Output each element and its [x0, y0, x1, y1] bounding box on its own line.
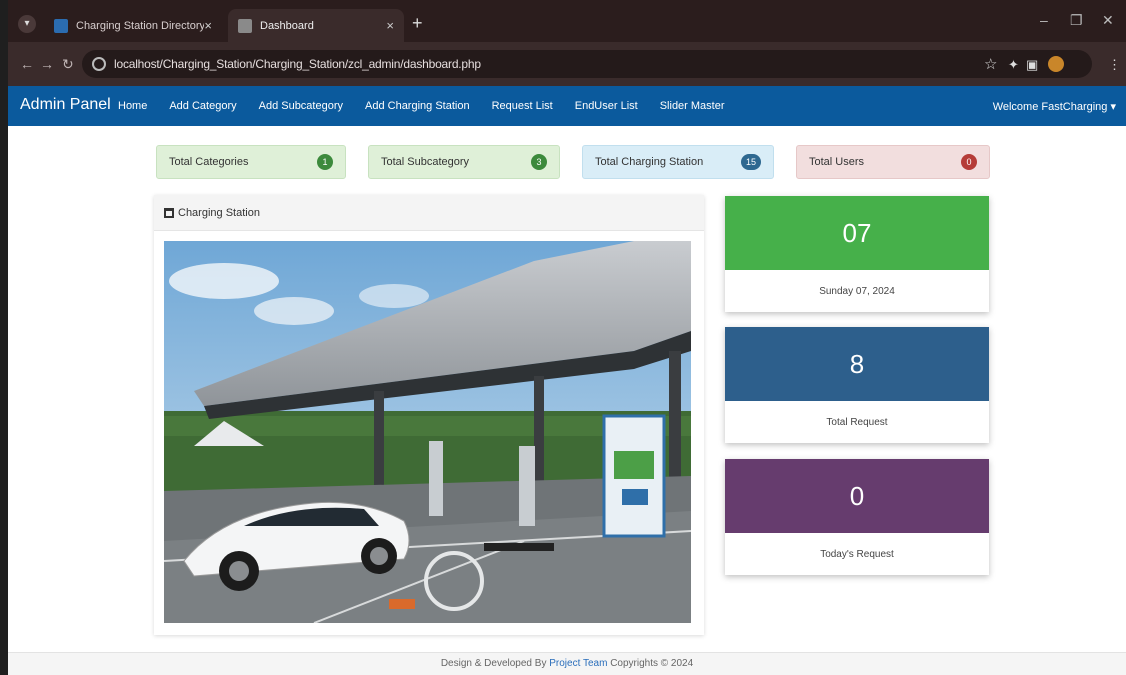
tab-close-icon[interactable]: × [386, 18, 394, 33]
url-field[interactable]: localhost/Charging_Station/Charging_Stat… [82, 50, 1092, 78]
minimize-icon[interactable]: – [1040, 12, 1048, 28]
favicon-icon [54, 18, 68, 33]
stat-total-categories[interactable]: Total Categories 1 [156, 145, 346, 179]
panel-header: Charging Station [154, 195, 704, 231]
day-number: 07 [725, 196, 989, 270]
footer: Design & Developed By Project Team Copyr… [8, 652, 1126, 675]
side-panel-icon[interactable]: ▣ [1026, 57, 1038, 73]
nav-slider-master[interactable]: Slider Master [660, 100, 725, 112]
total-request-caption: Total Request [826, 416, 888, 428]
stat-total-charging-station[interactable]: Total Charging Station 15 [582, 145, 774, 179]
tab-title: Dashboard [260, 19, 314, 32]
nav-add-category[interactable]: Add Category [169, 100, 236, 112]
tab-title: Charging Station Directory [76, 19, 205, 32]
stat-count-badge: 15 [741, 154, 761, 170]
stat-total-subcategory[interactable]: Total Subcategory 3 [368, 145, 560, 179]
footer-link[interactable]: Project Team [549, 658, 607, 669]
stat-total-users[interactable]: Total Users 0 [796, 145, 990, 179]
nav-enduser-list[interactable]: EndUser List [575, 100, 638, 112]
stat-label: Total Users [809, 156, 865, 168]
bookmark-star-icon[interactable]: ☆ [984, 55, 997, 73]
todays-request-card[interactable]: 0 Today's Request [725, 459, 989, 575]
total-request-value: 8 [725, 327, 989, 401]
todays-request-caption: Today's Request [820, 548, 894, 560]
site-info-icon[interactable] [92, 57, 106, 71]
extensions-icon[interactable]: ✦ [1008, 57, 1019, 73]
menu-kebab-icon[interactable]: ⋮ [1108, 57, 1121, 73]
panel-title: Charging Station [178, 206, 260, 219]
tab-strip: ▾ Charging Station Directory × Dashboard… [8, 0, 1126, 42]
station-illustration [164, 241, 691, 623]
calendar-icon [164, 207, 174, 218]
close-window-icon[interactable]: ✕ [1102, 12, 1114, 29]
nav-request-list[interactable]: Request List [492, 100, 553, 112]
back-icon[interactable]: ← [20, 56, 34, 72]
stat-label: Total Categories [169, 156, 249, 168]
footer-prefix: Design & Developed By [440, 658, 550, 669]
brand-title[interactable]: Admin Panel [20, 96, 111, 114]
stat-count-badge: 3 [531, 154, 547, 170]
tab-charging-station-directory[interactable]: Charging Station Directory × [44, 9, 222, 42]
tab-dashboard[interactable]: Dashboard × [228, 9, 404, 42]
todays-request-value: 0 [725, 459, 989, 533]
reload-icon[interactable]: ↻ [62, 56, 74, 73]
charging-station-photo [164, 241, 691, 623]
new-tab-button[interactable]: + [412, 14, 423, 32]
favicon-icon [238, 18, 252, 33]
forward-icon[interactable]: → [40, 56, 54, 72]
charging-station-panel: Charging Station [154, 195, 704, 635]
user-menu[interactable]: Welcome FastCharging ▾ [993, 100, 1116, 113]
admin-navbar: Admin Panel Home Add Category Add Subcat… [8, 86, 1126, 126]
address-bar: ← → ↻ localhost/Charging_Station/Chargin… [8, 42, 1126, 86]
stat-count-badge: 1 [317, 154, 333, 170]
stat-label: Total Subcategory [381, 156, 470, 168]
nav-add-subcategory[interactable]: Add Subcategory [259, 100, 343, 112]
nav-add-charging-station[interactable]: Add Charging Station [365, 100, 470, 112]
stat-count-badge: 0 [961, 154, 977, 170]
date-card: 07 Sunday 07, 2024 [725, 196, 989, 312]
profile-avatar[interactable] [1048, 56, 1064, 72]
restore-icon[interactable]: ❐ [1070, 12, 1083, 29]
total-request-card[interactable]: 8 Total Request [725, 327, 989, 443]
stat-label: Total Charging Station [595, 156, 704, 168]
footer-suffix: Copyrights © 2024 [607, 658, 694, 669]
date-caption: Sunday 07, 2024 [819, 285, 895, 297]
browser-window: ▾ Charging Station Directory × Dashboard… [8, 0, 1126, 675]
nav-home[interactable]: Home [118, 100, 147, 112]
tab-search-icon[interactable]: ▾ [18, 15, 36, 33]
tab-close-icon[interactable]: × [204, 18, 212, 33]
url-text: localhost/Charging_Station/Charging_Stat… [114, 57, 481, 71]
nav-links: Home Add Category Add Subcategory Add Ch… [118, 86, 725, 126]
